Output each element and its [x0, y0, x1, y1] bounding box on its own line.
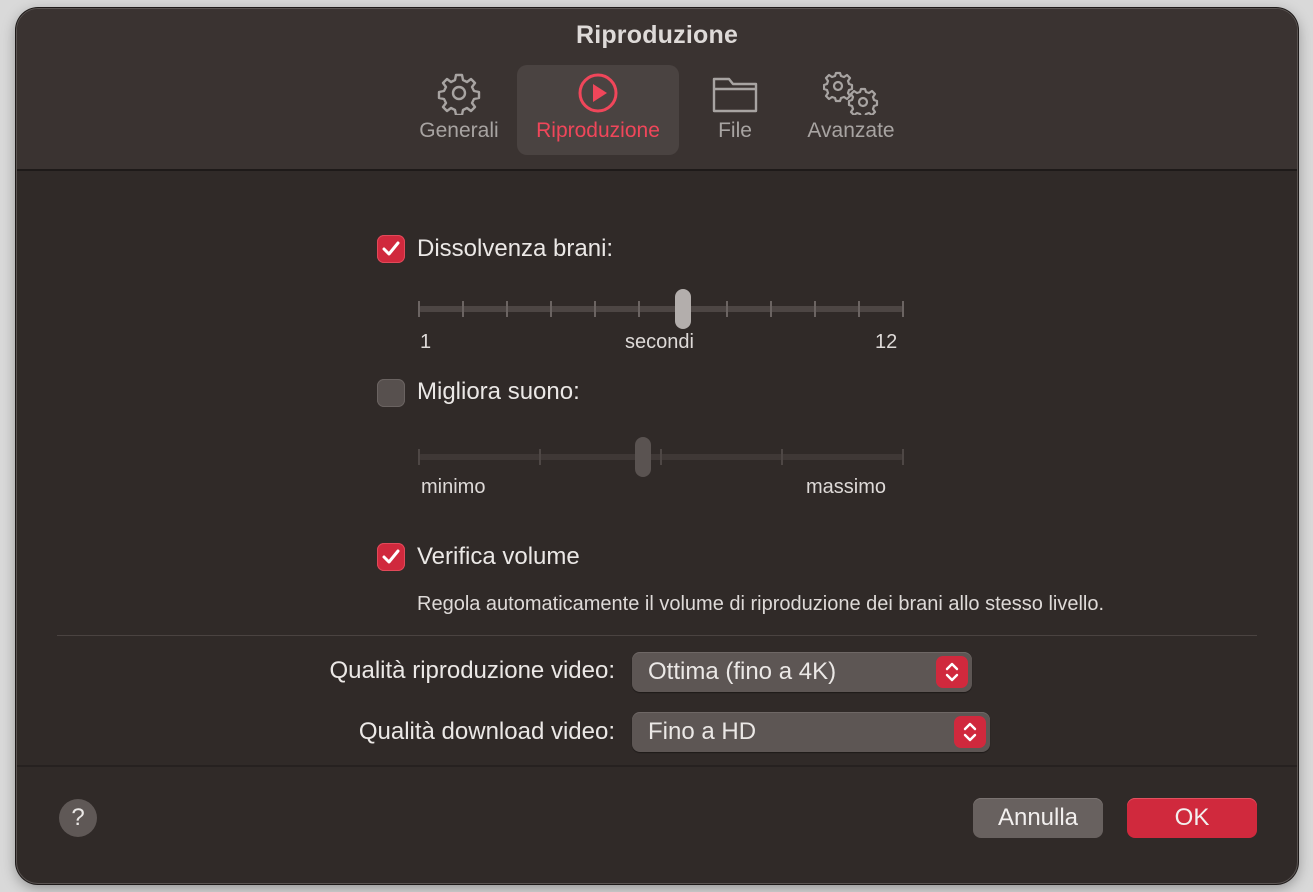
- sound-enhancer-slider-tick: [660, 449, 662, 465]
- preferences-window: Riproduzione Generali Riproduzione File …: [16, 8, 1298, 884]
- footer-divider: [17, 765, 1297, 767]
- crossfade-slider-tick: [594, 301, 596, 317]
- video-download-quality-label: Qualità download video:: [358, 718, 615, 745]
- crossfade-slider-tick: [550, 301, 552, 317]
- crossfade-slider-tick: [462, 301, 464, 317]
- tab-riproduzione[interactable]: Riproduzione: [517, 65, 679, 155]
- toolbar: Riproduzione Generali Riproduzione File …: [17, 9, 1297, 171]
- tab-generali-label: Generali: [419, 119, 499, 142]
- chevron-up-down-icon: [954, 716, 986, 748]
- cancel-button[interactable]: Annulla: [973, 798, 1103, 838]
- sound-enhancer-slider[interactable]: [418, 437, 904, 477]
- sound-enhancer-checkbox[interactable]: [377, 379, 405, 407]
- sound-check-checkbox[interactable]: [377, 543, 405, 571]
- crossfade-slider-track: [418, 306, 904, 312]
- tab-avanzate[interactable]: Avanzate: [795, 65, 907, 155]
- tab-avanzate-label: Avanzate: [807, 119, 895, 142]
- tab-riproduzione-label: Riproduzione: [536, 119, 660, 142]
- crossfade-checkbox[interactable]: [377, 235, 405, 263]
- sound-enhancer-max-label: massimo: [806, 476, 887, 498]
- crossfade-slider-knob[interactable]: [675, 289, 691, 329]
- crossfade-label: Dissolvenza brani:: [417, 235, 614, 262]
- crossfade-slider-tick: [770, 301, 772, 317]
- sound-check-description: Regola automaticamente il volume di ripr…: [417, 593, 1105, 615]
- crossfade-slider-tick: [638, 301, 640, 317]
- crossfade-slider[interactable]: [418, 289, 904, 329]
- video-download-quality-value: Fino a HD: [648, 718, 757, 745]
- sound-enhancer-min-label: minimo: [421, 476, 486, 498]
- crossfade-max-label: 12: [875, 331, 898, 353]
- video-download-quality-select[interactable]: Fino a HD: [632, 712, 990, 752]
- window-title: Riproduzione: [575, 21, 739, 49]
- video-playback-quality-select[interactable]: Ottima (fino a 4K): [632, 652, 972, 692]
- folder-icon: [711, 71, 759, 121]
- sound-enhancer-slider-tick: [902, 449, 904, 465]
- help-button[interactable]: ?: [59, 799, 97, 837]
- playback-settings-panel: Dissolvenza brani: 1 secondi 12 Migliora…: [17, 173, 1297, 763]
- section-divider: [57, 635, 1257, 636]
- chevron-up-down-icon: [936, 656, 968, 688]
- tab-generali[interactable]: Generali: [403, 65, 515, 155]
- crossfade-unit-label: secondi: [625, 331, 694, 353]
- sound-enhancer-slider-knob[interactable]: [635, 437, 651, 477]
- sound-enhancer-slider-tick: [539, 449, 541, 465]
- crossfade-slider-tick: [814, 301, 816, 317]
- sound-check-label: Verifica volume: [417, 543, 580, 570]
- tab-file-label: File: [718, 119, 752, 142]
- ok-button[interactable]: OK: [1127, 798, 1257, 838]
- play-circle-icon: [576, 71, 620, 121]
- crossfade-slider-tick: [902, 301, 904, 317]
- video-playback-quality-value: Ottima (fino a 4K): [648, 658, 837, 685]
- sound-enhancer-slider-tick: [781, 449, 783, 465]
- sound-enhancer-slider-tick: [418, 449, 420, 465]
- tab-file[interactable]: File: [693, 65, 777, 155]
- gear-icon: [437, 71, 481, 121]
- double-gear-icon: [822, 71, 879, 121]
- sound-enhancer-label: Migliora suono:: [417, 378, 580, 405]
- crossfade-slider-tick: [858, 301, 860, 317]
- crossfade-slider-tick: [506, 301, 508, 317]
- video-playback-quality-label: Qualità riproduzione video:: [329, 657, 615, 684]
- crossfade-slider-tick: [726, 301, 728, 317]
- crossfade-slider-tick: [418, 301, 420, 317]
- crossfade-min-label: 1: [420, 331, 432, 353]
